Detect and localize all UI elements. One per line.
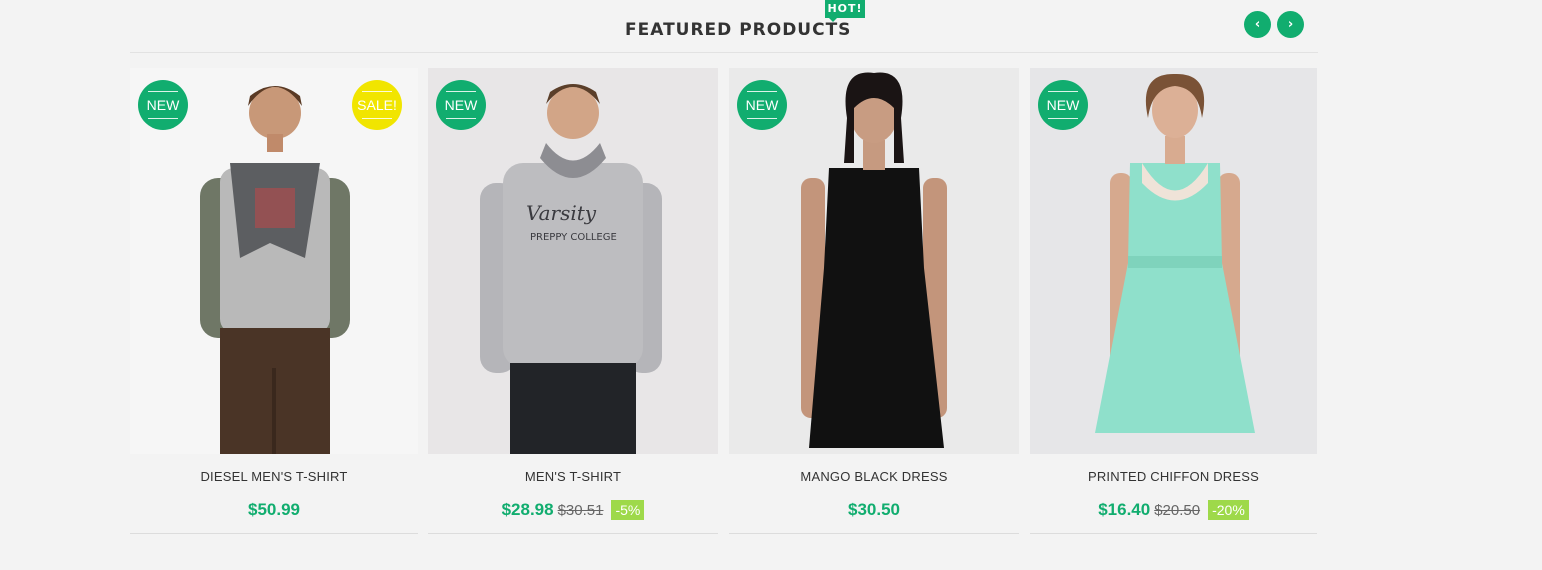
discount-badge: -5% bbox=[611, 500, 645, 520]
product-price: $28.98 bbox=[501, 500, 554, 519]
product-card-diesel-mens-tshirt[interactable]: NEW SALE! DIESEL MEN'S T-SHIRT $50.99 bbox=[130, 68, 418, 534]
product-price: $30.50 bbox=[848, 500, 900, 519]
old-price: $20.50 bbox=[1154, 501, 1201, 519]
new-badge: NEW bbox=[1038, 80, 1088, 130]
svg-text:Varsity: Varsity bbox=[526, 201, 597, 225]
price-row: $28.98 $30.51 -5% bbox=[428, 500, 718, 520]
price-row: $50.99 bbox=[130, 500, 418, 520]
price-row: $30.50 bbox=[729, 500, 1019, 520]
new-badge: NEW bbox=[138, 80, 188, 130]
product-name[interactable]: PRINTED CHIFFON DRESS bbox=[1030, 469, 1317, 484]
product-price: $50.99 bbox=[248, 500, 300, 519]
carousel-next-button[interactable]: › bbox=[1277, 11, 1304, 38]
product-card-mango-black-dress[interactable]: NEW MANGO BLACK DRESS $30.50 bbox=[729, 68, 1019, 534]
new-badge: NEW bbox=[737, 80, 787, 130]
section-title: FEATURED PRODUCTS bbox=[625, 20, 852, 40]
hot-badge: HOT! bbox=[825, 0, 865, 22]
product-name[interactable]: DIESEL MEN'S T-SHIRT bbox=[130, 469, 418, 484]
sale-badge: SALE! bbox=[352, 80, 402, 130]
old-price: $30.51 bbox=[557, 501, 604, 519]
product-card-mens-tshirt[interactable]: Varsity PREPPY COLLEGE NEW MEN'S T-SHIRT… bbox=[428, 68, 718, 534]
product-name[interactable]: MEN'S T-SHIRT bbox=[428, 469, 718, 484]
discount-badge: -20% bbox=[1208, 500, 1249, 520]
product-name[interactable]: MANGO BLACK DRESS bbox=[729, 469, 1019, 484]
featured-products-header: FEATURED PRODUCTS HOT! ‹ › bbox=[130, 0, 1318, 53]
product-card-printed-chiffon-dress[interactable]: NEW PRINTED CHIFFON DRESS $16.40 $20.50 … bbox=[1030, 68, 1317, 534]
carousel-prev-button[interactable]: ‹ bbox=[1244, 11, 1271, 38]
price-row: $16.40 $20.50 -20% bbox=[1030, 500, 1317, 520]
svg-text:PREPPY COLLEGE: PREPPY COLLEGE bbox=[530, 232, 617, 243]
new-badge: NEW bbox=[436, 80, 486, 130]
product-price: $16.40 bbox=[1098, 500, 1151, 519]
